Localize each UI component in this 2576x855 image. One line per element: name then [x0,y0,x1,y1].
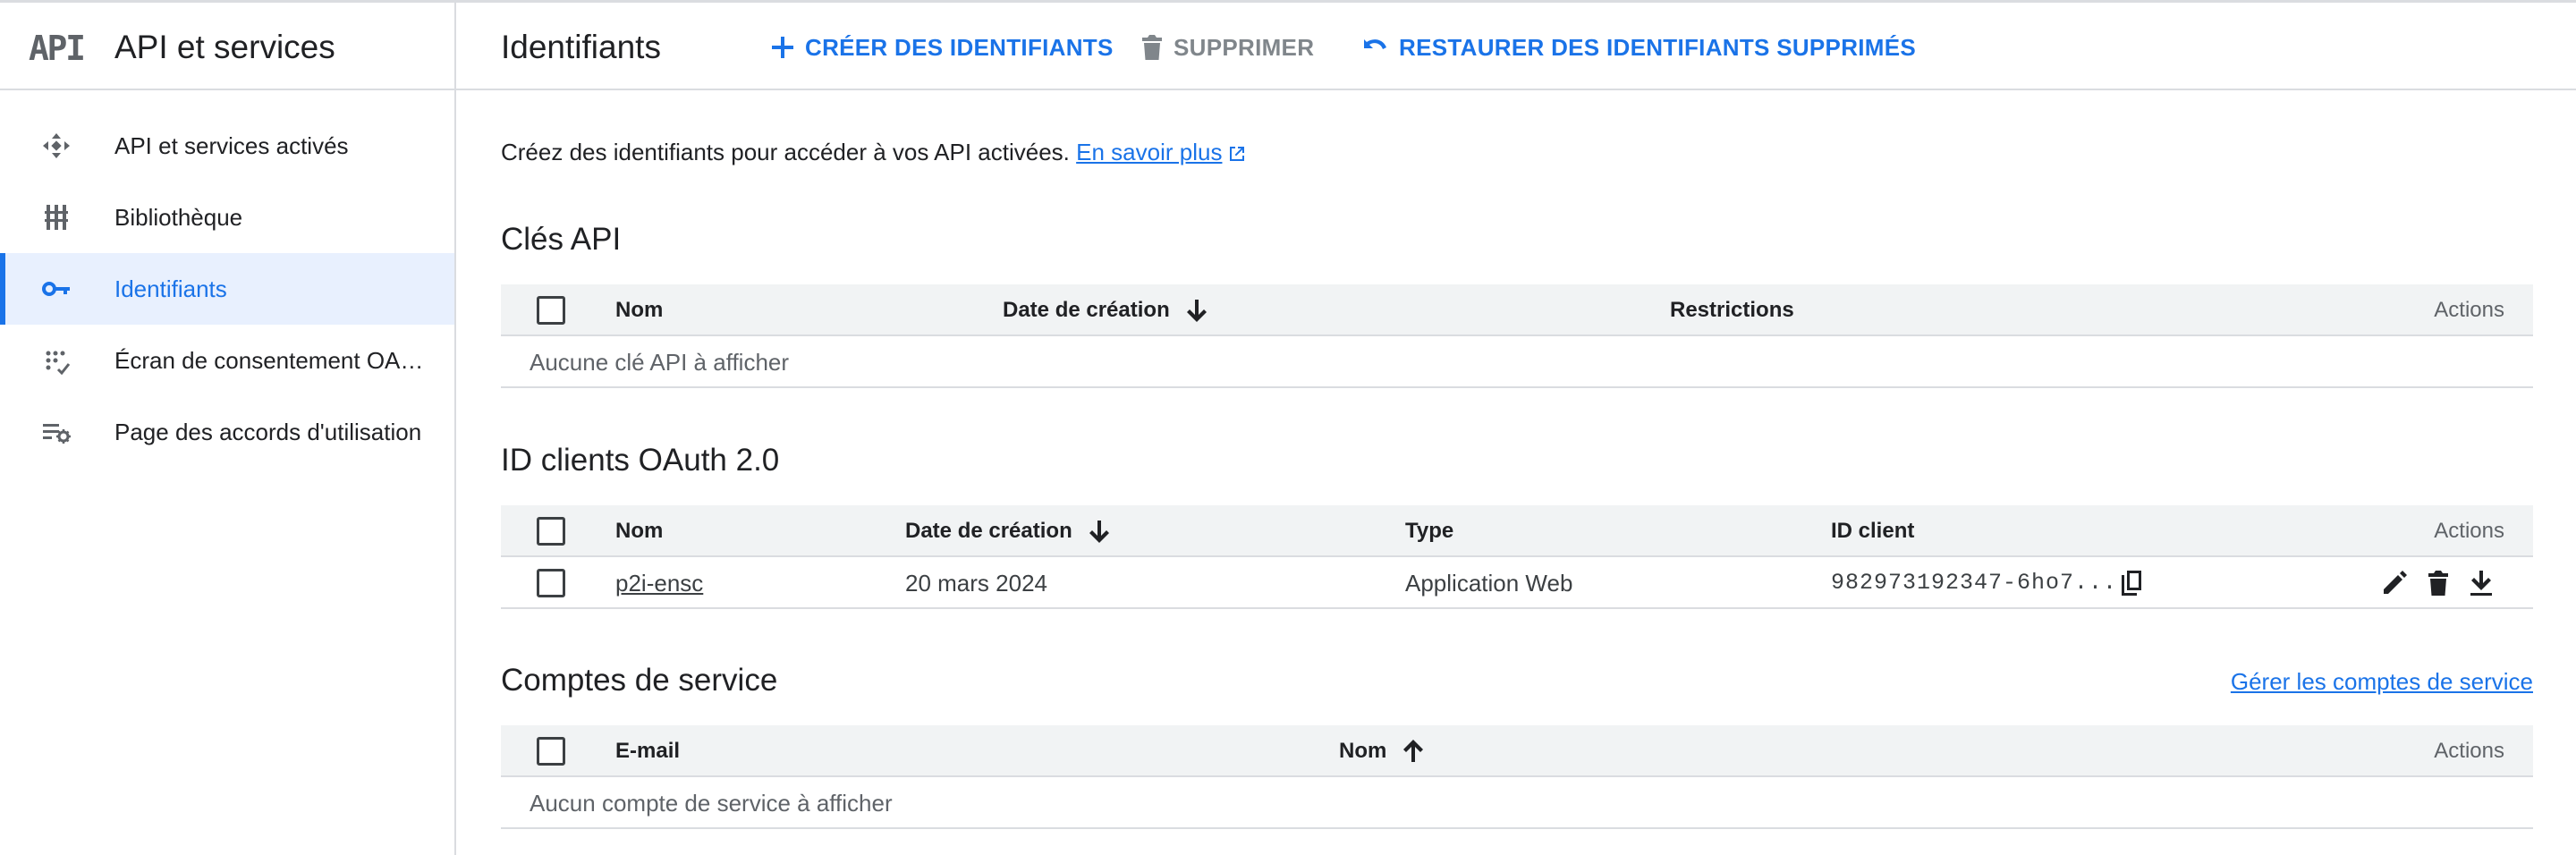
column-header-actions: Actions [2434,298,2504,322]
sidebar-item-label: Page des accords d'utilisation [114,419,422,445]
oauth-clients-title: ID clients OAuth 2.0 [501,443,780,478]
sidebar-item-label: Identifiants [114,275,227,302]
agreements-icon [43,424,71,444]
undo-icon [1364,39,1386,49]
sidebar-item-enabled-apis[interactable]: API et services activés [0,110,454,182]
column-header-name[interactable]: Nom [615,297,663,324]
table-row: p2i-ensc 20 mars 2024 Application Web 98… [501,557,2533,609]
column-header-restrictions: Restrictions [1670,298,1794,322]
client-id: 982973192347-6ho7... [1831,570,2118,596]
sidebar-item-credentials[interactable]: Identifiants [0,253,454,325]
plus-icon [772,37,793,58]
copy-icon[interactable] [2120,570,2143,597]
created-date: 20 mars 2024 [905,570,1047,597]
sidebar-header: API API et services [0,3,454,90]
client-type: Application Web [1405,570,1573,597]
key-icon [42,282,70,296]
column-header-actions: Actions [2434,519,2504,543]
select-all-checkbox[interactable] [537,296,565,325]
empty-row: Aucun compte de service à afficher [501,777,2533,829]
select-all-checkbox[interactable] [537,737,565,766]
arrow-up-icon [1403,740,1424,762]
download-icon[interactable] [2469,570,2494,597]
arrow-down-icon [1089,521,1109,543]
learn-more-link[interactable]: En savoir plus [1076,139,1222,165]
svg-text:API: API [29,30,86,65]
arrow-down-icon [1186,300,1207,322]
delete-label: SUPPRIMER [1174,33,1315,61]
empty-row: Aucune clé API à afficher [501,336,2533,388]
select-all-checkbox[interactable] [537,517,565,546]
column-header-client-id: ID client [1831,519,1915,543]
api-keys-title: Clés API [501,222,622,257]
column-header-actions: Actions [2434,739,2504,763]
trash-icon [1142,35,1162,60]
service-accounts-title: Comptes de service [501,663,778,698]
page-title: Identifiants [501,29,661,65]
table-header: Nom Date de création Type ID client Acti… [501,505,2533,557]
toolbar: Identifiants CRÉER DES IDENTIFIANTS SUPP… [456,3,2576,90]
sidebar: API API et services API et services acti… [0,3,456,855]
sidebar-item-label: API et services activés [114,132,349,159]
external-link-icon [1230,147,1245,162]
sidebar-item-consent-screen[interactable]: Écran de consentement OAuth [0,325,454,396]
table-header: Nom Date de création Restrictions Action… [501,284,2533,336]
restore-deleted-credentials-button[interactable]: RESTAURER DES IDENTIFIANTS SUPPRIMÉS [1361,30,1916,65]
library-icon [45,205,68,230]
column-header-name[interactable]: Nom [615,518,663,545]
sidebar-item-agreements[interactable]: Page des accords d'utilisation [0,396,454,468]
column-header-type[interactable]: Type [1405,518,1453,545]
column-header-email[interactable]: E-mail [615,738,680,765]
create-credentials-button[interactable]: CRÉER DES IDENTIFIANTS [771,30,1114,65]
create-credentials-label: CRÉER DES IDENTIFIANTS [805,33,1114,61]
delete-button[interactable]: SUPPRIMER [1141,30,1314,65]
delete-icon[interactable] [2427,570,2450,597]
manage-service-accounts-link[interactable]: Gérer les comptes de service [2231,665,2533,698]
row-checkbox[interactable] [537,569,565,597]
column-header-name[interactable]: Nom [1339,738,1424,765]
empty-message: Aucun compte de service à afficher [530,790,893,817]
edit-icon[interactable] [2381,570,2408,597]
column-header-created[interactable]: Date de création [905,518,1110,545]
sidebar-title: API et services [114,29,335,65]
api-logo-icon: API [29,30,86,65]
column-header-created[interactable]: Date de création [1003,297,1208,324]
sidebar-item-label: Écran de consentement OAuth [114,347,429,374]
enabled-apis-icon [43,133,70,158]
intro-message: Créez des identifiants pour accéder à vo… [501,139,1070,165]
consent-screen-icon [46,351,71,375]
intro-text: Créez des identifiants pour accéder à vo… [501,136,1247,168]
table-header: E-mail Nom Actions [501,725,2533,777]
sidebar-item-library[interactable]: Bibliothèque [0,182,454,253]
empty-message: Aucune clé API à afficher [530,349,790,376]
client-name-link[interactable]: p2i-ensc [615,568,703,598]
restore-label: RESTAURER DES IDENTIFIANTS SUPPRIMÉS [1399,33,1917,61]
sidebar-item-label: Bibliothèque [114,204,243,231]
